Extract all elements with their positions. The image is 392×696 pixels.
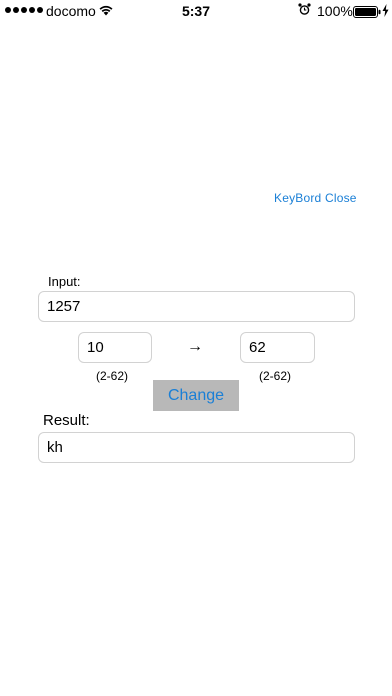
alarm-icon [298,3,311,19]
to-range-hint: (2-62) [259,369,292,383]
right-arrow-icon: → [187,338,203,355]
battery-icon [353,5,381,21]
from-range-hint: (2-62) [96,369,129,383]
change-button[interactable]: Change [153,380,239,411]
input-value: 1257 [47,298,81,315]
input-field[interactable]: 1257 [38,291,355,322]
to-base-field[interactable]: 62 [240,332,315,363]
result-field[interactable]: kh [38,432,355,463]
from-base-value: 10 [87,339,104,356]
result-label: Result: [43,412,90,429]
from-base-field[interactable]: 10 [78,332,152,363]
battery-percent: 100% [317,3,353,19]
result-value: kh [47,439,63,456]
keyboard-close-button[interactable]: KeyBord Close [274,191,357,205]
charging-icon [382,4,389,20]
input-label: Input: [48,274,81,289]
to-base-value: 62 [249,339,266,356]
status-bar: docomo 5:37 100% [0,0,392,22]
